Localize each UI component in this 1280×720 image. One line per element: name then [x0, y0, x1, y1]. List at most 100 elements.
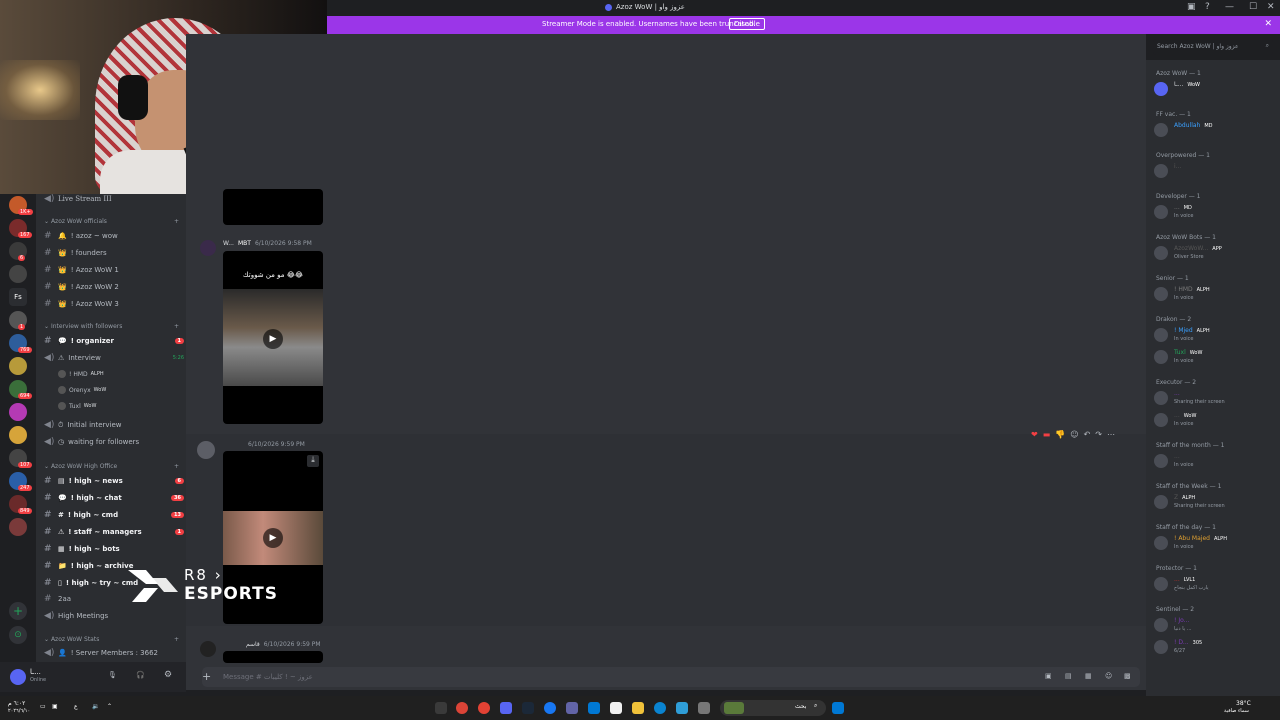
gif-icon[interactable]: ▤: [1065, 672, 1072, 680]
disable-button[interactable]: Disable: [729, 18, 765, 30]
avatar[interactable]: [10, 669, 26, 685]
notification-icon[interactable]: ▭: [40, 703, 46, 710]
member-item[interactable]: Tuxl WoW In voice: [1154, 349, 1279, 367]
headphones-icon[interactable]: 🎧: [136, 671, 145, 679]
channel-organizer[interactable]: # 💬 ! organizer 1: [44, 334, 184, 348]
maximize-button[interactable]: ☐: [1249, 2, 1257, 12]
sticker-icon[interactable]: ▦: [1085, 672, 1092, 680]
member-item[interactable]: ... In voice: [1154, 453, 1279, 471]
language-icon[interactable]: ع: [74, 703, 78, 710]
forward-icon[interactable]: ↷: [1095, 430, 1102, 444]
apps-icon[interactable]: ▩: [1124, 672, 1131, 680]
app-icon[interactable]: [676, 702, 688, 714]
heart-reaction-icon[interactable]: ❤: [1031, 430, 1038, 444]
channel-waiting[interactable]: ◀) ◷ waiting for followers: [44, 435, 184, 449]
member-item[interactable]: ـا... WoW: [1154, 81, 1279, 99]
member-item[interactable]: ... WoW In voice: [1154, 412, 1279, 430]
channel-official[interactable]: # 👑! founders: [44, 246, 184, 260]
app-icon-2[interactable]: [698, 702, 710, 714]
tray-chevron-icon[interactable]: ⌃: [107, 703, 112, 710]
member-item[interactable]: i...: [1154, 163, 1279, 181]
taskbar-search[interactable]: بحث ⌕: [720, 700, 826, 716]
channel-server-members[interactable]: ◀) 👤 ! Server Members : 3662: [44, 646, 184, 660]
voice-user[interactable]: Orenyx WoW: [58, 386, 106, 394]
channel-official[interactable]: # 👑! Azoz WoW 2: [44, 280, 184, 294]
server-icon[interactable]: [9, 357, 27, 375]
add-channel-icon[interactable]: +: [174, 636, 179, 643]
close-window-button[interactable]: ✕: [1267, 2, 1275, 12]
channel-high-office[interactable]: # 💬! high ~ chat 36: [44, 491, 184, 505]
category-interview[interactable]: ⌄ Interview with followers +: [44, 323, 179, 330]
member-item[interactable]: AzozWoW... APP Oliver Store: [1154, 245, 1279, 263]
member-item[interactable]: ... Sharing their screen: [1154, 390, 1279, 408]
browser-icon[interactable]: [478, 702, 490, 714]
message-author[interactable]: W...: [223, 240, 234, 247]
microphone-icon[interactable]: 🎙: [108, 671, 117, 679]
steam-icon[interactable]: [522, 702, 534, 714]
teams-icon[interactable]: [566, 702, 578, 714]
message-author[interactable]: قاسم: [246, 641, 260, 648]
channel-high-meetings[interactable]: ◀) High Meetings: [44, 609, 184, 623]
category-high-office[interactable]: ⌄ Azoz WoW High Office +: [44, 463, 179, 470]
reply-icon[interactable]: ↶: [1084, 430, 1091, 444]
message-composer[interactable]: + Message # عزوز ~ ! كليبات ▣ ▤ ▦ ☺ ▩: [202, 667, 1140, 687]
store-icon[interactable]: [610, 702, 622, 714]
edge-icon[interactable]: [654, 702, 666, 714]
file-explorer-icon[interactable]: [632, 702, 644, 714]
voice-user[interactable]: ! HMD ALPH: [58, 370, 104, 378]
category-stats[interactable]: ⌄ Azoz WoW Stats +: [44, 636, 179, 643]
voice-user[interactable]: Tuxl WoW: [58, 402, 96, 410]
add-server-icon[interactable]: +: [9, 602, 27, 620]
discord-taskbar-icon[interactable]: [500, 702, 512, 714]
server-icon[interactable]: [9, 518, 27, 536]
channel-high-office[interactable]: # #! high ~ cmd 13: [44, 508, 184, 522]
mail-icon[interactable]: [588, 702, 600, 714]
more-options-icon[interactable]: ⋯: [1107, 430, 1115, 444]
volume-icon[interactable]: 🔉: [92, 703, 99, 710]
discover-icon[interactable]: ⊙: [9, 626, 27, 644]
chrome-icon[interactable]: [456, 702, 468, 714]
thumbs-down-icon[interactable]: 👎: [1055, 430, 1065, 444]
reaction-icon[interactable]: ▬: [1043, 430, 1051, 444]
member-item[interactable]: ! Jo... يا دنيا ...: [1154, 617, 1279, 635]
inbox-icon[interactable]: ▣: [1187, 2, 1196, 12]
settings-gear-icon[interactable]: ⚙: [164, 670, 172, 680]
channel-initial-interview[interactable]: ◀) ⏱ Initial interview: [44, 418, 184, 432]
channel-interview[interactable]: ◀) ⚠ Interview 5:26: [44, 351, 184, 365]
category-officials[interactable]: ⌄ Azoz WoW officials +: [44, 218, 179, 225]
member-item[interactable]: ! Abu Majed ALPH In voice: [1154, 535, 1279, 553]
server-icon[interactable]: [9, 403, 27, 421]
avatar[interactable]: [200, 240, 216, 256]
channel-official[interactable]: # 👑! Azoz WoW 3: [44, 297, 184, 311]
minimize-button[interactable]: —: [1225, 2, 1234, 12]
add-channel-icon[interactable]: +: [174, 218, 179, 225]
avatar[interactable]: [197, 441, 215, 459]
download-icon[interactable]: ⤓: [307, 455, 319, 467]
play-icon[interactable]: ▶: [263, 329, 283, 349]
play-icon[interactable]: ▶: [263, 528, 283, 548]
windows-start-icon[interactable]: [832, 702, 844, 714]
server-icon[interactable]: Fs: [9, 288, 27, 306]
task-view-icon[interactable]: [435, 702, 447, 714]
search-input[interactable]: Search Azoz WoW | عزوز واو ⌕: [1153, 39, 1273, 55]
server-icon[interactable]: [9, 265, 27, 283]
member-item[interactable]: ... MD In voice: [1154, 204, 1279, 222]
emoji-icon[interactable]: ☺: [1105, 672, 1112, 680]
video-attachment[interactable]: مو من شووتك 😂😂 ▶: [223, 251, 323, 424]
member-item[interactable]: ! HMD ALPH In voice: [1154, 286, 1279, 304]
banner-close-icon[interactable]: ✕: [1264, 19, 1272, 29]
help-icon[interactable]: ?: [1205, 2, 1210, 12]
video-attachment[interactable]: [223, 189, 323, 225]
avatar[interactable]: [200, 641, 216, 657]
channel-high-office[interactable]: # ⚠! staff ~ managers 1: [44, 525, 184, 539]
member-item[interactable]: ... LVL1 يارب اكمل بنجاح: [1154, 576, 1279, 594]
channel-live-stream[interactable]: ◀) Live Stream III: [44, 194, 184, 206]
add-channel-icon[interactable]: +: [174, 463, 179, 470]
channel-high-office[interactable]: # ▤! high ~ news 6: [44, 474, 184, 488]
member-item[interactable]: Z ALPH Sharing their screen: [1154, 494, 1279, 512]
member-item[interactable]: ! Mjed ALPH In voice: [1154, 327, 1279, 345]
add-attachment-icon[interactable]: +: [202, 670, 211, 683]
member-item[interactable]: Abdullah MD: [1154, 122, 1279, 140]
facebook-icon[interactable]: [544, 702, 556, 714]
server-icon[interactable]: [9, 426, 27, 444]
